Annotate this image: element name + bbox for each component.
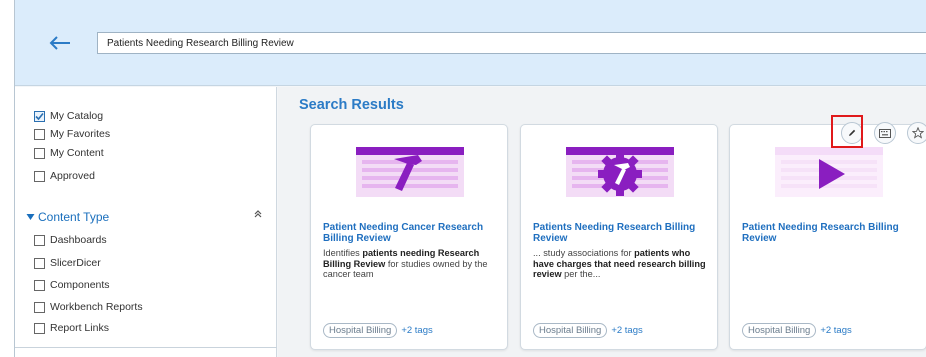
card-title[interactable]: Patient Needing Research Billing Review [742, 222, 920, 244]
filter-workbench-reports[interactable]: Workbench Reports [34, 299, 143, 315]
checkbox[interactable] [34, 257, 45, 269]
collapse-chevron-icon[interactable] [253, 209, 263, 222]
app-frame: My Catalog My Favorites My Content Appro… [14, 0, 926, 357]
more-tags-link[interactable]: +2 tags [401, 325, 432, 336]
checkbox[interactable] [34, 301, 45, 313]
filter-label: My Content [50, 147, 104, 159]
checkbox-checked[interactable] [34, 110, 45, 122]
left-arrow-icon [49, 36, 70, 50]
filter-components[interactable]: Components [34, 277, 110, 293]
checkbox[interactable] [34, 234, 45, 246]
card-title[interactable]: Patient Needing Cancer Research Billing … [323, 222, 501, 244]
keyboard-icon [879, 128, 891, 138]
filter-label: Approved [50, 170, 95, 182]
filter-my-favorites[interactable]: My Favorites [34, 126, 110, 142]
content-type-section-header[interactable]: Content Type [26, 209, 263, 225]
checkbox[interactable] [34, 279, 45, 291]
tag-chip[interactable]: Hospital Billing [323, 323, 398, 338]
page-title: Search Results [299, 97, 404, 113]
result-card[interactable]: Patients Needing Research Billing Review… [520, 124, 718, 350]
card-description: Identifies patients needing Research Bil… [323, 248, 501, 280]
card-tags: Hospital Billing +2 tags [742, 323, 852, 338]
tag-chip[interactable]: Hospital Billing [533, 323, 608, 338]
filter-label: Dashboards [50, 234, 107, 246]
filter-label: SlicerDicer [50, 257, 101, 269]
desc-text: ... study associations for [533, 248, 635, 258]
triangle-down-icon [26, 214, 35, 220]
checkbox[interactable] [34, 322, 45, 334]
card-tags: Hospital Billing +2 tags [533, 323, 643, 338]
play-icon [775, 147, 883, 197]
filter-slicerdicer[interactable]: SlicerDicer [34, 255, 101, 271]
tag-chip[interactable]: Hospital Billing [742, 323, 817, 338]
checkmark-icon [35, 112, 44, 120]
hammer-icon [356, 147, 464, 197]
card-action-buttons [831, 115, 926, 149]
desc-text: Identifies [323, 248, 363, 258]
desc-text: per the... [561, 269, 601, 279]
search-results-area: Search Results Patient Needing Cancer Re… [278, 87, 926, 357]
more-tags-link[interactable]: +2 tags [611, 325, 642, 336]
filter-label: Report Links [50, 322, 109, 334]
back-button[interactable] [47, 30, 73, 56]
result-card[interactable]: Patient Needing Research Billing Review … [729, 124, 926, 350]
highlight-box [831, 115, 863, 148]
more-tags-link[interactable]: +2 tags [820, 325, 851, 336]
filter-report-links[interactable]: Report Links [34, 320, 109, 336]
filter-my-catalog[interactable]: My Catalog [34, 108, 103, 124]
search-input[interactable] [97, 32, 926, 54]
card-description: ... study associations for patients who … [533, 248, 711, 280]
checkbox[interactable] [34, 147, 45, 159]
card-title[interactable]: Patients Needing Research Billing Review [533, 222, 711, 244]
checkbox[interactable] [34, 170, 45, 182]
filter-sidebar: My Catalog My Favorites My Content Appro… [15, 87, 277, 357]
filter-dashboards[interactable]: Dashboards [34, 232, 107, 248]
filter-label: My Catalog [50, 110, 104, 122]
gear-hammer-icon [566, 147, 674, 197]
filter-approved[interactable]: Approved [34, 168, 95, 184]
keyboard-button[interactable] [874, 122, 896, 144]
divider [15, 347, 277, 348]
checkbox[interactable] [34, 128, 45, 140]
filter-label: Workbench Reports [50, 301, 143, 313]
result-card[interactable]: Patient Needing Cancer Research Billing … [310, 124, 508, 350]
filter-label: My Favorites [50, 128, 111, 140]
favorite-button[interactable] [907, 122, 926, 144]
star-icon [912, 127, 924, 139]
section-title: Content Type [38, 210, 110, 224]
header-bar [15, 0, 926, 86]
card-tags: Hospital Billing +2 tags [323, 323, 433, 338]
filter-my-content[interactable]: My Content [34, 145, 104, 161]
filter-label: Components [50, 279, 110, 291]
